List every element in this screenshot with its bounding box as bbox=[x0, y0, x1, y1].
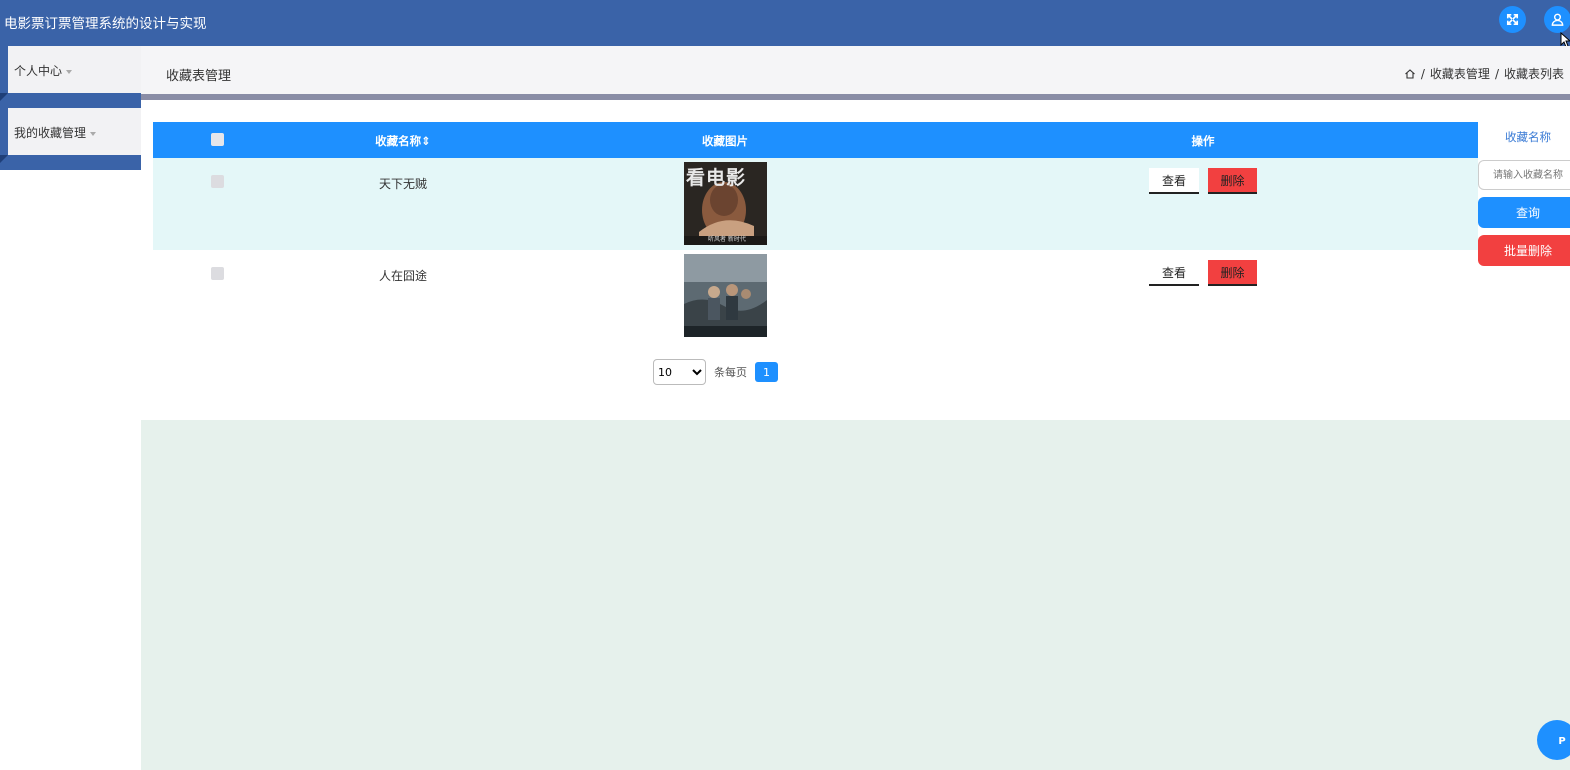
search-label: 收藏名称 bbox=[1505, 130, 1551, 144]
breadcrumb-bar: 收藏表管理 / 收藏表管理 / 收藏表列表 bbox=[141, 46, 1570, 94]
breadcrumb-item: 收藏表列表 bbox=[1503, 67, 1564, 81]
per-page-label: 条每页 bbox=[714, 366, 747, 379]
fullscreen-button[interactable] bbox=[1499, 6, 1526, 33]
page-size-select[interactable]: 10 bbox=[653, 359, 706, 385]
batch-delete-button[interactable]: 批量删除 bbox=[1478, 235, 1570, 266]
poster-image[interactable] bbox=[684, 254, 767, 337]
menu-divider bbox=[0, 93, 141, 108]
user-icon bbox=[1551, 13, 1564, 26]
sidebar-item-my-favorites[interactable]: 我的收藏管理 bbox=[0, 108, 141, 155]
column-header-image: 收藏图片 bbox=[702, 134, 748, 148]
breadcrumb-item[interactable]: 收藏表管理 bbox=[1430, 65, 1490, 82]
floating-button-label: P bbox=[1558, 735, 1566, 747]
favorites-table: 收藏名称⇕ 收藏图片 操作 天下无贼 看电影 听风者 新时代 查看 删除 人在囧… bbox=[153, 122, 1478, 342]
top-bar: 电影票订票管理系统的设计与实现 bbox=[0, 0, 1570, 48]
caret-down-icon bbox=[90, 131, 97, 136]
favorite-name: 人在囧途 bbox=[379, 269, 428, 283]
column-header-actions: 操作 bbox=[1191, 134, 1215, 148]
sort-icon: ⇕ bbox=[421, 134, 431, 148]
user-menu-button[interactable] bbox=[1544, 6, 1570, 33]
sidebar-item-personal-center[interactable]: 个人中心 bbox=[0, 46, 141, 93]
poster-art bbox=[684, 254, 767, 337]
empty-area bbox=[141, 420, 1570, 770]
page-title: 收藏表管理 bbox=[166, 69, 232, 84]
home-icon[interactable] bbox=[1404, 68, 1416, 80]
menu-divider bbox=[0, 155, 141, 170]
sidebar-item-label: 个人中心 bbox=[14, 64, 63, 78]
column-header-name[interactable]: 收藏名称⇕ bbox=[375, 133, 431, 149]
caret-down-icon bbox=[66, 69, 73, 74]
breadcrumb-separator: / bbox=[1494, 66, 1499, 81]
breadcrumb-separator: / bbox=[1420, 66, 1425, 81]
floating-assistant-button[interactable]: P bbox=[1537, 720, 1570, 760]
table-row: 人在囧途 查看 删除 bbox=[153, 250, 1478, 342]
delete-button[interactable]: 删除 bbox=[1208, 260, 1257, 286]
page-number-button[interactable]: 1 bbox=[755, 362, 778, 382]
sidebar-item-label: 我的收藏管理 bbox=[14, 126, 87, 140]
select-all-checkbox[interactable] bbox=[211, 133, 224, 146]
delete-button[interactable]: 删除 bbox=[1208, 168, 1257, 194]
poster-caption: 听风者 新时代 bbox=[708, 236, 746, 243]
table-header: 收藏名称⇕ 收藏图片 操作 bbox=[153, 122, 1478, 158]
poster-image[interactable]: 看电影 听风者 新时代 bbox=[684, 162, 767, 245]
row-checkbox[interactable] bbox=[211, 175, 224, 188]
sidebar: 个人中心 我的收藏管理 bbox=[0, 46, 141, 770]
app-title: 电影票订票管理系统的设计与实现 bbox=[4, 16, 207, 32]
search-input[interactable] bbox=[1478, 160, 1570, 190]
view-button[interactable]: 查看 bbox=[1149, 168, 1199, 194]
breadcrumb: / 收藏表管理 / 收藏表列表 bbox=[1404, 65, 1564, 82]
view-button[interactable]: 查看 bbox=[1149, 260, 1199, 286]
favorite-name: 天下无贼 bbox=[379, 177, 428, 191]
pagination: 10 条每页 1 bbox=[653, 359, 778, 385]
query-button[interactable]: 查询 bbox=[1478, 197, 1570, 228]
poster-title: 看电影 bbox=[686, 167, 747, 189]
table-row: 天下无贼 看电影 听风者 新时代 查看 删除 bbox=[153, 158, 1478, 250]
row-checkbox[interactable] bbox=[211, 267, 224, 280]
fullscreen-icon bbox=[1506, 13, 1519, 26]
